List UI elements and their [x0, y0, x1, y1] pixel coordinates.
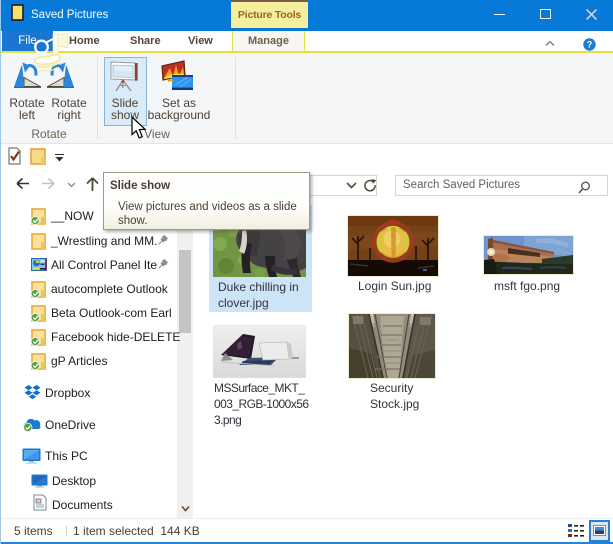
svg-text:?: ? — [587, 40, 593, 50]
